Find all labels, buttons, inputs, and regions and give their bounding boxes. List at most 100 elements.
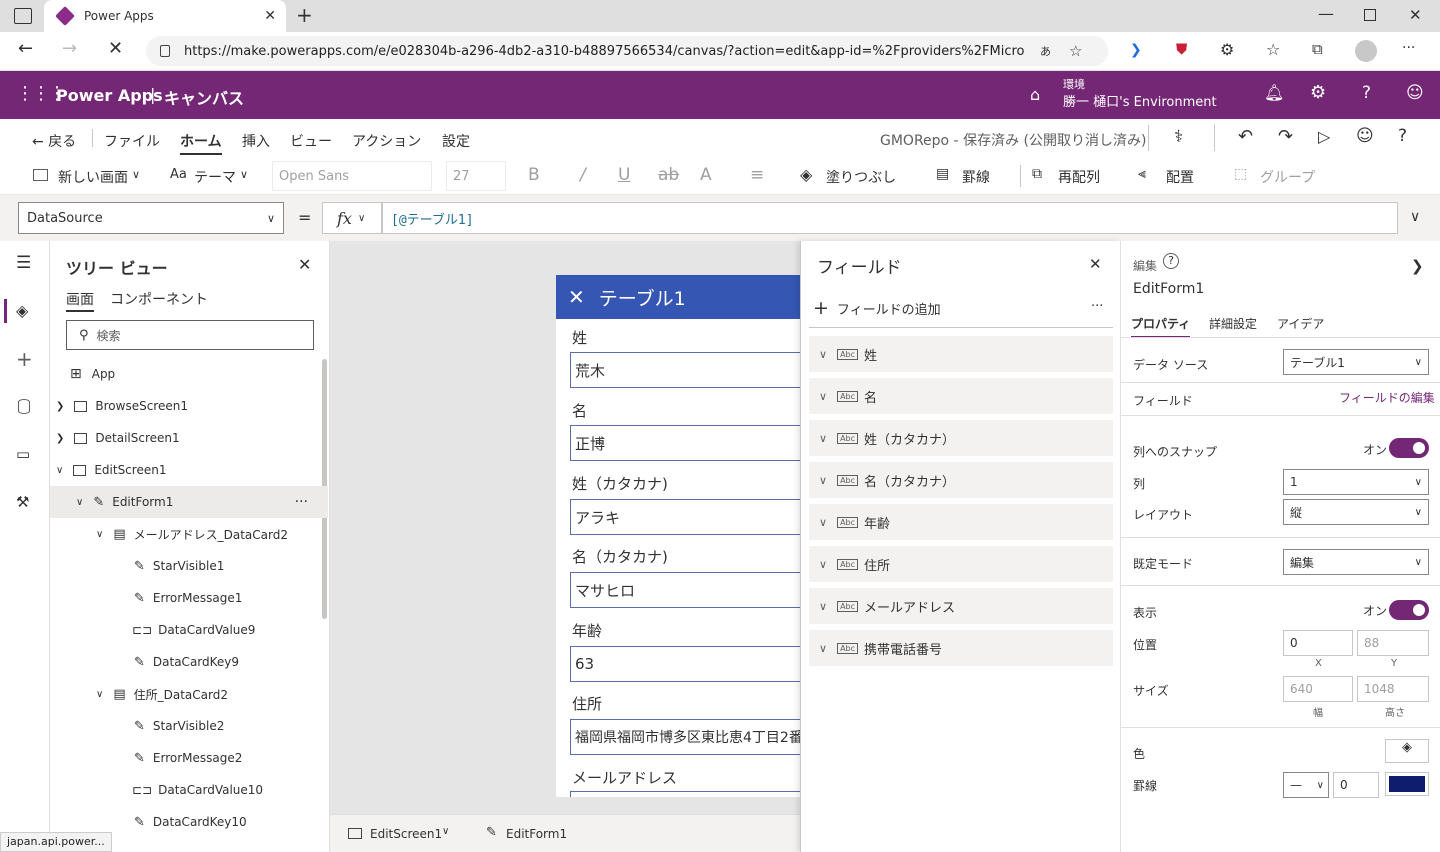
fill-button[interactable]: 塗りつぶし <box>826 167 896 187</box>
field-item[interactable]: ∨ Abc メールアドレス <box>809 588 1113 624</box>
tree-node-editscreen[interactable]: ∨ EditScreen1 <box>56 454 326 486</box>
props-tab-ideas[interactable]: アイデア <box>1277 315 1324 332</box>
menu-insert[interactable]: 挿入 <box>242 131 270 151</box>
mode-dropdown[interactable]: 編集 ∨ <box>1283 549 1429 575</box>
app-checker-icon[interactable]: ⚕ <box>1174 127 1183 147</box>
hamburger-icon[interactable]: ☰ <box>16 253 31 273</box>
tree-close-icon[interactable]: ✕ <box>298 255 311 274</box>
data-icon[interactable] <box>18 399 30 414</box>
app-screen[interactable]: ✕ テーブル1 姓 荒木 名 正博 姓（カタカナ) アラキ 名（カタカナ) マサ… <box>556 275 800 797</box>
preview-play-icon[interactable]: ▷ <box>1318 127 1330 146</box>
field-item[interactable]: ∨ Abc 携帯電話番号 <box>809 630 1113 666</box>
tree-node-browsescreen[interactable]: ❯ BrowseScreen1 <box>56 390 326 422</box>
menu-help-icon[interactable]: ? <box>1398 126 1407 146</box>
chevron-down-icon[interactable]: ∨ <box>819 348 827 361</box>
theme-button[interactable]: テーマ <box>194 167 236 187</box>
datasource-dropdown[interactable]: テーブル1 ∨ <box>1283 349 1429 375</box>
menu-back-button[interactable]: ← 戻る <box>32 131 76 151</box>
props-tab-properties[interactable]: プロパティ <box>1131 315 1191 338</box>
border-style-dropdown[interactable]: — ∨ <box>1283 772 1329 798</box>
chevron-down-icon[interactable]: ∨ <box>819 390 827 403</box>
profile-avatar[interactable] <box>1355 40 1377 62</box>
chevron-down-icon[interactable]: ∨ <box>819 516 827 529</box>
expand-formula-icon[interactable]: ∨ <box>1410 209 1420 225</box>
field-item[interactable]: ∨ Abc 姓（カタカナ） <box>809 420 1113 456</box>
tree-node-detailscreen[interactable]: ❯ DetailScreen1 <box>56 422 326 454</box>
tree-tab-screen[interactable]: 画面 <box>66 289 94 312</box>
undo-icon[interactable]: ↶ <box>1238 126 1253 147</box>
chevron-down-icon[interactable]: ∨ <box>819 432 827 445</box>
help-icon[interactable]: ? <box>1362 83 1371 103</box>
minimize-icon[interactable]: — <box>1318 4 1334 23</box>
border-color-picker[interactable] <box>1385 772 1429 796</box>
favorite-add-icon[interactable]: ☆ <box>1069 42 1082 60</box>
font-size-dropdown[interactable]: 27 <box>446 161 506 191</box>
reorder-button[interactable]: 再配列 <box>1058 167 1100 187</box>
form-input-lastname-kana[interactable]: アラキ <box>570 499 800 535</box>
tree-search-input[interactable]: ⚲ 検索 <box>66 320 314 350</box>
breadcrumb-screen[interactable]: EditScreen1 <box>370 827 442 841</box>
notification-icon[interactable]: 🔔︎ <box>1264 83 1284 102</box>
url-field[interactable]: https://make.powerapps.com/e/e028304b-a2… <box>146 36 1108 66</box>
field-item[interactable]: ∨ Abc 姓 <box>809 336 1113 372</box>
window-close-icon[interactable]: ✕ <box>1409 6 1422 24</box>
font-dropdown[interactable]: Open Sans <box>272 161 432 191</box>
columns-dropdown[interactable]: 1 ∨ <box>1283 469 1429 495</box>
shield-icon[interactable]: ⛊ <box>1176 40 1187 58</box>
design-canvas[interactable]: ✕ テーブル1 姓 荒木 名 正博 姓（カタカナ) アラキ 名（カタカナ) マサ… <box>330 241 800 852</box>
align-button[interactable]: 配置 <box>1166 167 1194 187</box>
form-input-age[interactable]: 63 <box>570 646 800 682</box>
form-close-icon[interactable]: ✕ <box>568 285 585 309</box>
field-item[interactable]: ∨ Abc 名（カタカナ） <box>809 462 1113 498</box>
environment-name[interactable]: 勝一 樋口's Environment <box>1063 91 1217 110</box>
chevron-down-icon[interactable]: ∨ <box>819 600 827 613</box>
chevron-down-icon[interactable]: ∨ <box>819 642 827 655</box>
size-w-input[interactable]: 640 <box>1283 676 1353 702</box>
menu-file[interactable]: ファイル <box>104 131 160 151</box>
layout-dropdown[interactable]: 縦 ∨ <box>1283 499 1429 525</box>
account-icon[interactable]: ☺ <box>1406 83 1424 103</box>
collections-icon[interactable]: ⧉ <box>1312 40 1323 58</box>
favorites-icon[interactable]: ☆ <box>1266 40 1280 59</box>
props-help-icon[interactable]: ? <box>1163 253 1179 269</box>
fields-close-icon[interactable]: ✕ <box>1089 255 1102 273</box>
tab-actions-icon[interactable] <box>14 8 32 24</box>
props-collapse-icon[interactable]: ❯ <box>1411 257 1424 275</box>
new-screen-button[interactable]: 新しい画面 <box>58 167 128 187</box>
tree-node-datacard-mail[interactable]: ∨ ▤ メールアドレス_DataCard2 <box>96 518 366 550</box>
share-user-icon[interactable]: ☺ <box>1356 126 1374 146</box>
stop-loading-icon[interactable]: ✕ <box>108 38 123 59</box>
restore-icon[interactable] <box>1364 9 1376 21</box>
snap-toggle[interactable] <box>1389 438 1429 458</box>
tools-icon[interactable]: ⚒ <box>16 493 29 511</box>
fields-more-icon[interactable]: ··· <box>1091 299 1103 314</box>
form-input-firstname-kana[interactable]: マサヒロ <box>570 572 800 608</box>
field-item[interactable]: ∨ Abc 年齢 <box>809 504 1113 540</box>
fx-button[interactable]: fx ∨ <box>322 202 382 234</box>
tree-node-editform-selected[interactable]: ∨ ✎ EditForm1 ··· <box>50 486 328 518</box>
node-more-icon[interactable]: ··· <box>295 494 308 510</box>
menu-action[interactable]: アクション <box>352 131 421 151</box>
media-icon[interactable]: ▭ <box>16 445 30 463</box>
border-button[interactable]: 罫線 <box>962 167 990 187</box>
new-tab-icon[interactable]: + <box>296 3 313 27</box>
chevron-down-icon[interactable]: ∨ <box>819 474 827 487</box>
extensions-icon[interactable]: ⚙ <box>1220 40 1234 59</box>
form-input-email[interactable] <box>570 791 800 797</box>
edit-fields-link[interactable]: フィールドの編集 <box>1339 389 1435 406</box>
props-tab-advanced[interactable]: 詳細設定 <box>1209 315 1257 332</box>
read-aloud-icon[interactable]: あ <box>1040 43 1051 59</box>
tree-view-icon[interactable]: ◈ <box>16 301 28 320</box>
extension-arrow-icon[interactable]: ❯ <box>1130 42 1142 58</box>
browser-tab[interactable]: Power Apps ✕ <box>44 0 286 32</box>
back-icon[interactable]: ← <box>18 38 33 59</box>
formula-input[interactable]: [@テーブル1] <box>382 202 1398 234</box>
tree-tab-component[interactable]: コンポーネント <box>110 289 208 309</box>
border-width-input[interactable]: 0 <box>1333 772 1379 798</box>
fill-color-picker[interactable]: ◈ <box>1385 739 1429 763</box>
browser-menu-icon[interactable]: ··· <box>1402 40 1415 56</box>
redo-icon[interactable]: ↷ <box>1278 126 1293 147</box>
insert-icon[interactable]: + <box>16 347 33 371</box>
chevron-down-icon[interactable]: ∨ <box>819 558 827 571</box>
menu-view[interactable]: ビュー <box>290 131 332 151</box>
